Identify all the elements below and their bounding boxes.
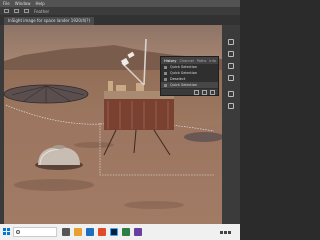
taskbar-search[interactable] [13, 227, 57, 237]
menu-window[interactable]: Window [15, 1, 31, 6]
swatches-panel-icon[interactable] [228, 51, 234, 57]
file-explorer-icon[interactable] [74, 228, 82, 236]
properties-panel-icon[interactable] [228, 91, 234, 97]
layers-panel-icon[interactable] [228, 75, 234, 81]
history-step-icon [164, 71, 167, 75]
system-tray [220, 228, 236, 236]
spreadsheet-app-icon[interactable] [122, 228, 130, 236]
media-app-icon[interactable] [134, 228, 142, 236]
history-step-icon [164, 77, 167, 81]
menu-help[interactable]: Help [35, 1, 44, 6]
adjustments-panel-icon[interactable] [228, 63, 234, 69]
tool-preset-icon[interactable] [4, 9, 9, 13]
windows-start-icon[interactable] [3, 228, 10, 235]
history-panel: History Channel Paths Info Quick Selecti… [160, 56, 219, 96]
task-view-icon[interactable] [62, 228, 70, 236]
tab-history[interactable]: History [164, 59, 176, 63]
history-row-label: Quick Selection [170, 65, 198, 69]
new-selection-icon[interactable] [14, 9, 19, 13]
mars-lander-photo [4, 25, 222, 224]
history-panel-tabs: History Channel Paths Info [161, 57, 218, 64]
search-icon [16, 230, 20, 234]
menu-bar: File Window Help [0, 0, 240, 7]
history-row-label: Quick Selection [170, 71, 198, 75]
menu-file[interactable]: File [3, 1, 10, 6]
notification-icon[interactable] [228, 230, 231, 234]
edge-browser-icon[interactable] [86, 228, 94, 236]
camera-icon[interactable] [202, 89, 207, 95]
color-panel-icon[interactable] [228, 39, 234, 45]
history-row-label: Deselect [170, 77, 186, 81]
right-panel-dock [222, 25, 240, 224]
brush-panel-icon[interactable] [228, 103, 234, 109]
feather-label: Feather [34, 8, 50, 14]
photoshop-taskbar-icon[interactable] [110, 228, 118, 236]
history-row-label: Quick Selection [170, 83, 198, 87]
document-tab-bar: InSight image for space lander 1920/4(?) [0, 15, 240, 25]
tab-info[interactable]: Info [209, 59, 216, 63]
network-icon[interactable] [220, 230, 223, 234]
volume-icon[interactable] [224, 230, 227, 234]
history-step-icon [164, 65, 167, 69]
history-row-selected[interactable]: Quick Selection [161, 82, 218, 88]
image-canvas[interactable] [4, 25, 222, 224]
tab-paths[interactable]: Paths [197, 59, 207, 63]
tab-channel[interactable]: Channel [179, 59, 193, 63]
chrome-icon[interactable] [98, 228, 106, 236]
history-step-icon [164, 83, 167, 87]
history-panel-footer [161, 89, 218, 95]
document-tab[interactable]: InSight image for space lander 1920/4(?) [4, 17, 95, 25]
snapshot-icon[interactable] [194, 89, 199, 95]
trash-icon[interactable] [210, 89, 215, 95]
options-bar: Feather [0, 7, 240, 15]
windows-taskbar [0, 224, 240, 240]
add-selection-icon[interactable] [24, 9, 29, 13]
